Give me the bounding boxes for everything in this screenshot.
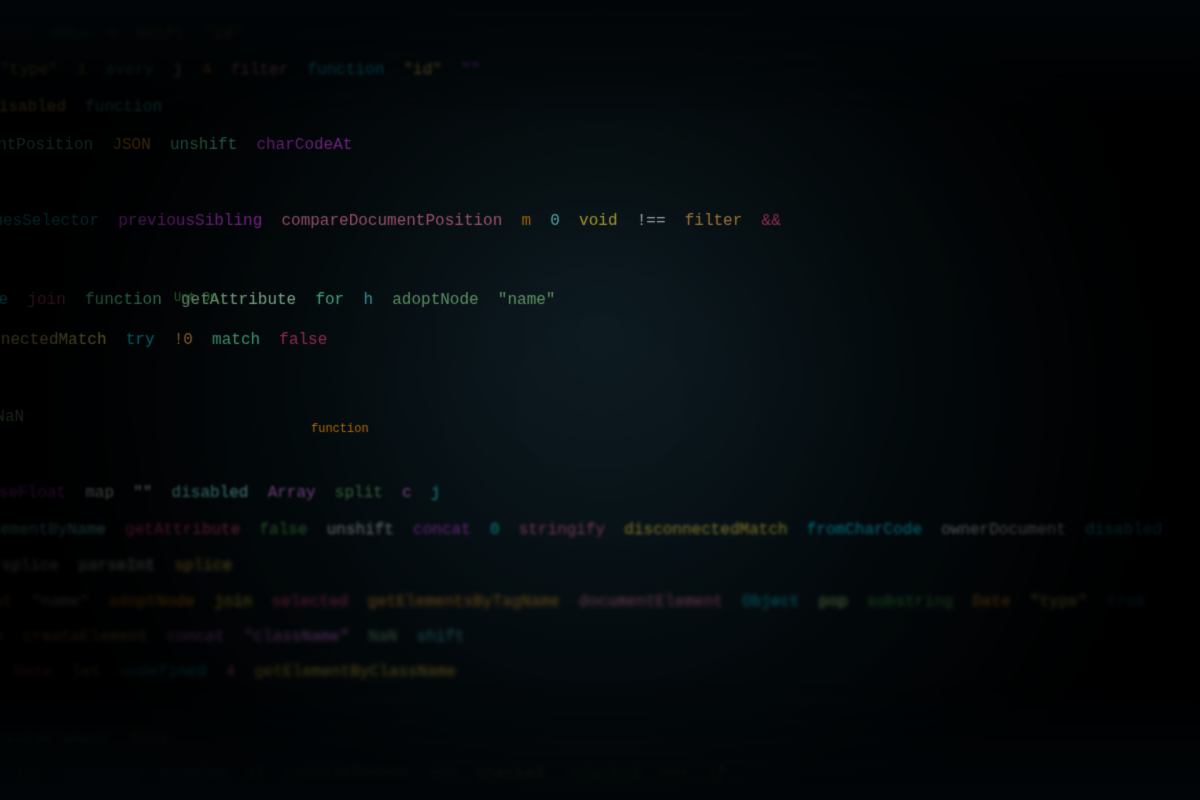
- code-text-canvas: [0, 0, 1200, 800]
- code-visualization: [0, 0, 1200, 800]
